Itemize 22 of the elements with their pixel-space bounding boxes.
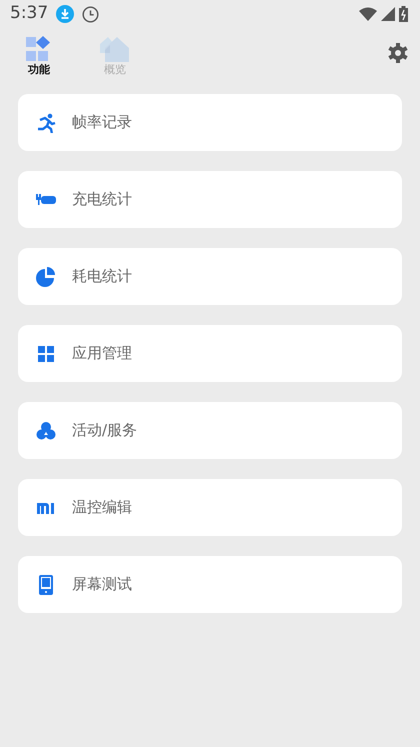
menu-card[interactable]: 充电统计 bbox=[18, 171, 402, 228]
grid-icon bbox=[36, 344, 56, 364]
pie-chart-icon bbox=[36, 266, 56, 286]
menu-card[interactable]: 温控编辑 bbox=[18, 479, 402, 536]
wifi-icon bbox=[359, 7, 377, 21]
menu-card[interactable]: 耗电统计 bbox=[18, 248, 402, 305]
download-icon bbox=[56, 5, 74, 23]
runner-icon bbox=[36, 112, 56, 132]
tablet-icon bbox=[36, 574, 56, 594]
menu-card[interactable]: 活动/服务 bbox=[18, 402, 402, 459]
house-icon bbox=[100, 36, 130, 62]
menu-card[interactable]: 帧率记录 bbox=[18, 94, 402, 151]
battery-icon bbox=[399, 6, 408, 22]
signal-icon bbox=[381, 7, 395, 21]
menu-card[interactable]: 应用管理 bbox=[18, 325, 402, 382]
grid-icon bbox=[26, 36, 52, 62]
menu-card[interactable]: 屏幕测试 bbox=[18, 556, 402, 613]
clock-icon bbox=[82, 6, 100, 22]
status-time: 5:37 bbox=[10, 2, 48, 26]
tab[interactable]: 功能 bbox=[14, 36, 64, 78]
circles-icon bbox=[36, 420, 56, 440]
settings-icon[interactable] bbox=[388, 42, 408, 63]
